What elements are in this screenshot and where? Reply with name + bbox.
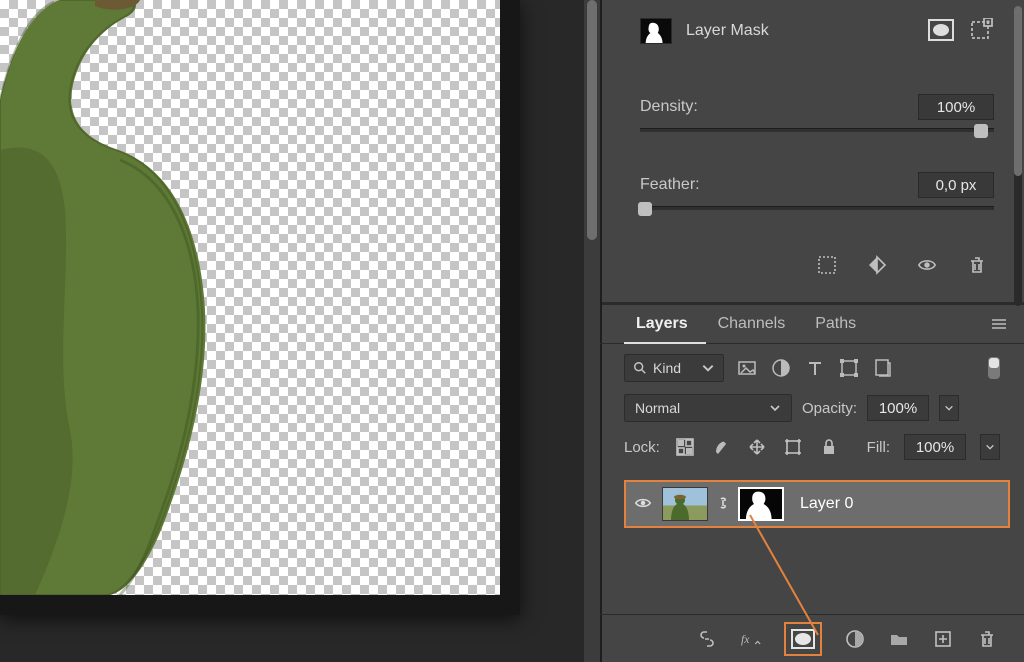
svg-text:fx: fx (741, 633, 750, 646)
opacity-label: Opacity: (802, 400, 857, 417)
lock-position-icon[interactable] (746, 436, 768, 458)
pixel-mask-icon[interactable] (928, 19, 954, 41)
search-icon (633, 361, 647, 375)
filter-pixel-icon[interactable] (736, 357, 758, 379)
feather-slider-thumb[interactable] (638, 202, 652, 216)
fx-icon[interactable]: fx (740, 628, 762, 650)
link-layers-icon[interactable] (696, 628, 718, 650)
blend-mode-value: Normal (635, 400, 680, 416)
delete-layer-icon[interactable] (976, 628, 998, 650)
opacity-dropdown-button[interactable] (939, 395, 959, 421)
filter-shape-icon[interactable] (838, 357, 860, 379)
lock-artboard-icon[interactable] (782, 436, 804, 458)
lock-transparency-icon[interactable] (674, 436, 696, 458)
density-slider-thumb[interactable] (974, 124, 988, 138)
filter-adjustment-icon[interactable] (770, 357, 792, 379)
visibility-eye-icon[interactable] (634, 494, 654, 515)
filter-type-icon[interactable] (804, 357, 826, 379)
vector-mask-icon[interactable] (970, 18, 994, 42)
properties-panel: Layer Mask Density: 100% Feather: 0,0 px (600, 0, 1024, 302)
layers-panel: Layers Channels Paths Kind (600, 305, 1024, 662)
properties-title: Layer Mask (686, 22, 769, 40)
delete-mask-icon[interactable] (966, 254, 988, 276)
panel-menu-icon[interactable] (988, 313, 1010, 335)
opacity-input[interactable]: 100% (867, 395, 929, 421)
chevron-down-icon (769, 402, 781, 414)
add-mask-button[interactable] (784, 622, 822, 656)
layer-thumbnail[interactable] (662, 487, 708, 521)
mask-thumbnail-icon (640, 18, 672, 44)
lock-all-icon[interactable] (818, 436, 840, 458)
density-slider[interactable] (640, 128, 994, 132)
density-input[interactable]: 100% (918, 94, 994, 120)
layers-bottom-bar: fx (600, 614, 1024, 662)
feather-slider[interactable] (640, 206, 994, 210)
canvas-scrollbar[interactable] (584, 0, 600, 662)
chevron-down-icon (701, 361, 715, 375)
toggle-mask-visibility-icon[interactable] (916, 254, 938, 276)
tab-paths[interactable]: Paths (803, 305, 874, 343)
transparent-background (0, 0, 500, 595)
invert-mask-icon[interactable] (866, 254, 888, 276)
tab-layers[interactable]: Layers (624, 305, 706, 343)
layer-row[interactable]: Layer 0 (624, 480, 1010, 528)
filter-kind-label: Kind (653, 360, 681, 376)
blend-mode-dropdown[interactable]: Normal (624, 394, 792, 422)
layer-name[interactable]: Layer 0 (800, 495, 853, 513)
feather-input[interactable]: 0,0 px (918, 172, 994, 198)
group-icon[interactable] (888, 628, 910, 650)
link-icon[interactable] (716, 493, 730, 516)
filter-smartobject-icon[interactable] (872, 357, 894, 379)
adjustment-layer-icon[interactable] (844, 628, 866, 650)
select-mask-area-icon[interactable] (816, 254, 838, 276)
canvas-area (0, 0, 600, 662)
subject-image (0, 0, 240, 595)
layer-mask-thumbnail[interactable] (738, 487, 784, 521)
density-label: Density: (640, 98, 698, 116)
tab-channels[interactable]: Channels (706, 305, 804, 343)
filter-kind-dropdown[interactable]: Kind (624, 354, 724, 382)
fill-label: Fill: (867, 439, 890, 456)
lock-label: Lock: (624, 439, 660, 456)
document-window[interactable] (0, 0, 520, 615)
scrollbar-thumb[interactable] (587, 0, 597, 240)
feather-label: Feather: (640, 176, 700, 194)
fill-dropdown-button[interactable] (980, 434, 1000, 460)
new-layer-icon[interactable] (932, 628, 954, 650)
filter-toggle[interactable] (988, 357, 1000, 379)
fill-input[interactable]: 100% (904, 434, 966, 460)
lock-pixels-icon[interactable] (710, 436, 732, 458)
